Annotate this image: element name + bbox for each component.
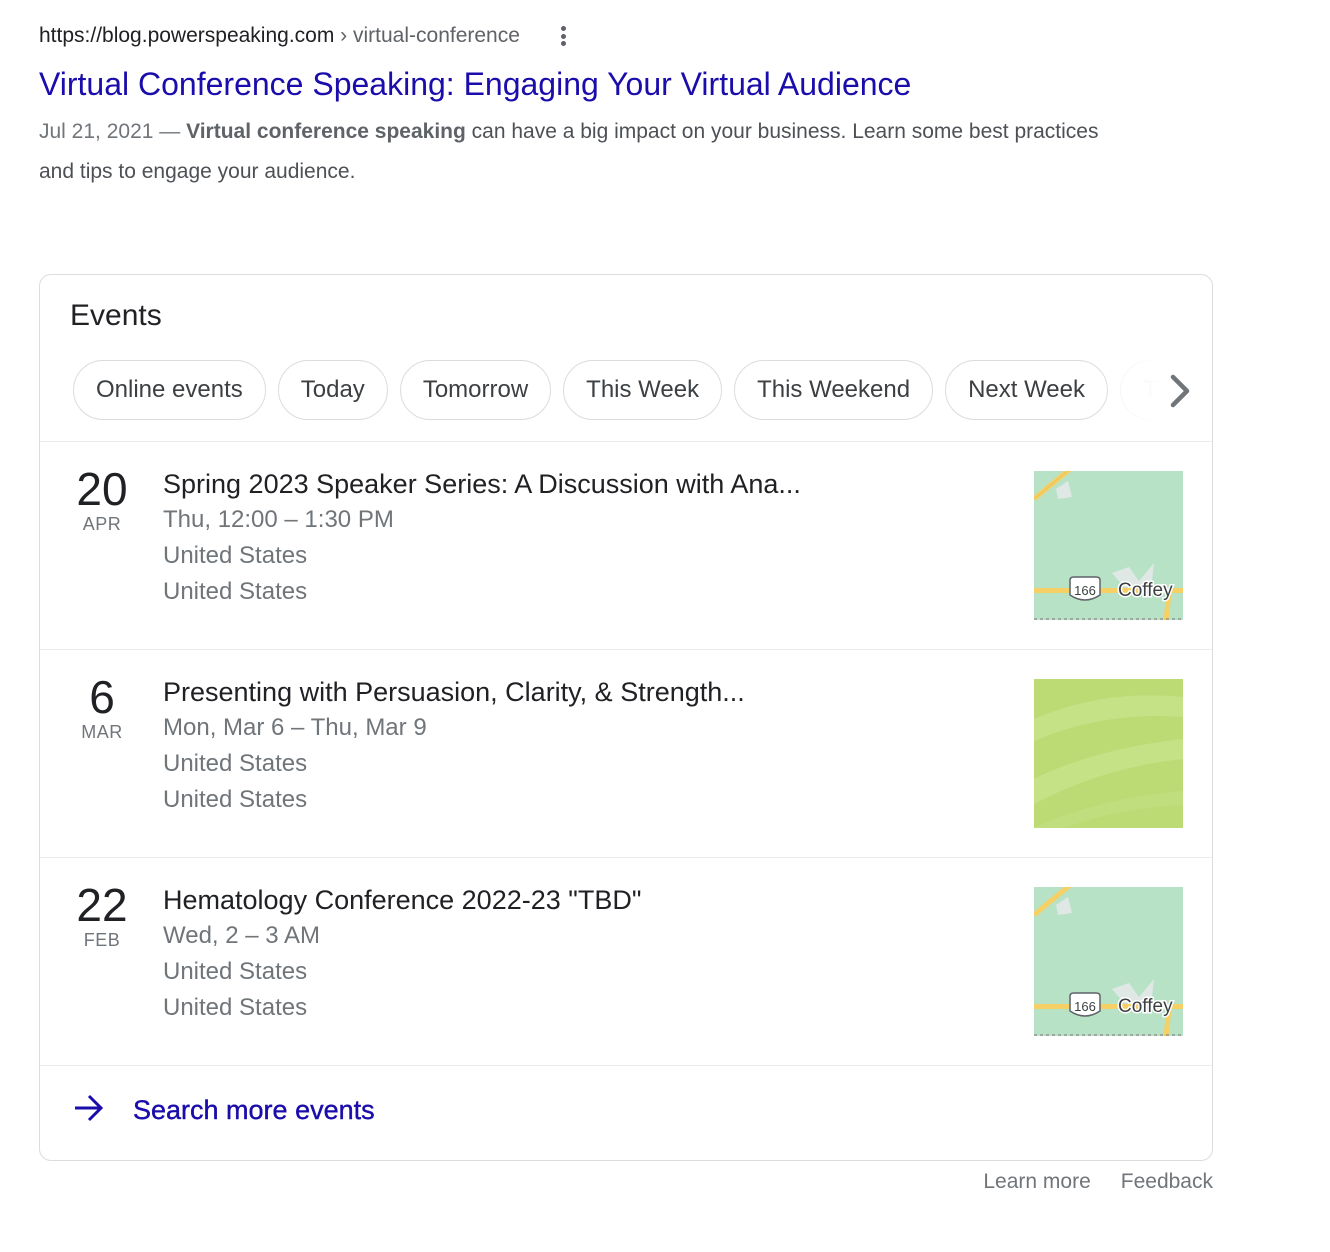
chevron-right-icon[interactable] [1162,371,1198,411]
event-name: Spring 2023 Speaker Series: A Discussion… [163,469,801,499]
event-location: United States [163,750,308,777]
event-day: 6 [89,671,115,723]
event-location: United States [163,578,308,605]
map-route-label: 166 [1074,583,1096,598]
card-footer: Learn more Feedback [983,1170,1213,1194]
event-month: MAR [81,722,123,742]
event-month: APR [82,514,122,534]
event-date: 6 MAR [62,672,142,743]
snippet-highlight: Virtual conference speaking [186,120,466,143]
result-title-link[interactable]: Virtual Conference Speaking: Engaging Yo… [39,66,1119,102]
event-location: United States [163,786,308,813]
event-date: 20 APR [62,464,142,535]
event-name: Presenting with Persuasion, Clarity, & S… [163,677,745,707]
event-day: 20 [76,463,128,515]
event-name: Hematology Conference 2022-23 "TBD" [163,885,642,915]
search-more-events-link[interactable]: Search more events [73,1093,375,1128]
event-item[interactable]: 22 FEB Hematology Conference 2022-23 "TB… [40,858,1212,1065]
result-url-row: https://blog.powerspeaking.com › virtual… [39,20,1119,52]
event-location: United States [163,542,308,569]
search-more-events-label: Search more events [133,1095,375,1125]
event-map-thumbnail: 166 Coffey [1034,471,1183,620]
event-item[interactable]: 20 APR Spring 2023 Speaker Series: A Dis… [40,442,1212,649]
chip-next-week[interactable]: Next Week [945,360,1108,420]
map-route-label: 166 [1074,999,1096,1014]
snippet-date: Jul 21, 2021 — [39,120,187,143]
event-location: United States [163,958,308,985]
event-location: United States [163,994,308,1021]
map-place-label: Coffey [1118,580,1173,601]
chip-this-weekend[interactable]: This Weekend [734,360,934,420]
url-breadcrumb: › virtual-conference [334,24,520,47]
event-time: Thu, 12:00 – 1:30 PM [163,506,394,533]
result-url[interactable]: https://blog.powerspeaking.com › virtual… [39,24,520,48]
search-result: https://blog.powerspeaking.com › virtual… [39,20,1119,192]
chip-tomorrow[interactable]: Tomorrow [399,360,552,420]
divider [40,1065,1212,1066]
events-card-title: Events [70,299,162,332]
event-time: Mon, Mar 6 – Thu, Mar 9 [163,714,427,741]
event-info: Spring 2023 Speaker Series: A Discussion… [163,466,801,610]
event-item[interactable]: 6 MAR Presenting with Persuasion, Clarit… [40,650,1212,857]
event-time: Wed, 2 – 3 AM [163,922,320,949]
url-host: https://blog.powerspeaking.com [39,24,335,47]
event-info: Presenting with Persuasion, Clarity, & S… [163,674,745,818]
more-options-icon[interactable] [556,23,572,49]
map-place-label: Coffey [1118,996,1173,1017]
events-card: Events Online events Today Tomorrow This… [39,274,1213,1161]
learn-more-link[interactable]: Learn more [983,1170,1090,1194]
event-map-thumbnail: 166 Coffey [1034,887,1183,1036]
arrow-right-icon [73,1093,105,1128]
event-info: Hematology Conference 2022-23 "TBD" Wed,… [163,882,641,1026]
event-day: 22 [76,879,128,931]
chip-today[interactable]: Today [277,360,388,420]
result-snippet: Jul 21, 2021 — Virtual conference speaki… [39,112,1119,192]
feedback-link[interactable]: Feedback [1121,1170,1213,1194]
event-filter-chips: Online events Today Tomorrow This Week T… [73,360,1212,420]
event-image-thumbnail [1034,679,1183,828]
chip-online-events[interactable]: Online events [73,360,266,420]
chip-this-week[interactable]: This Week [563,360,723,420]
event-date: 22 FEB [62,880,142,951]
event-month: FEB [83,930,121,950]
